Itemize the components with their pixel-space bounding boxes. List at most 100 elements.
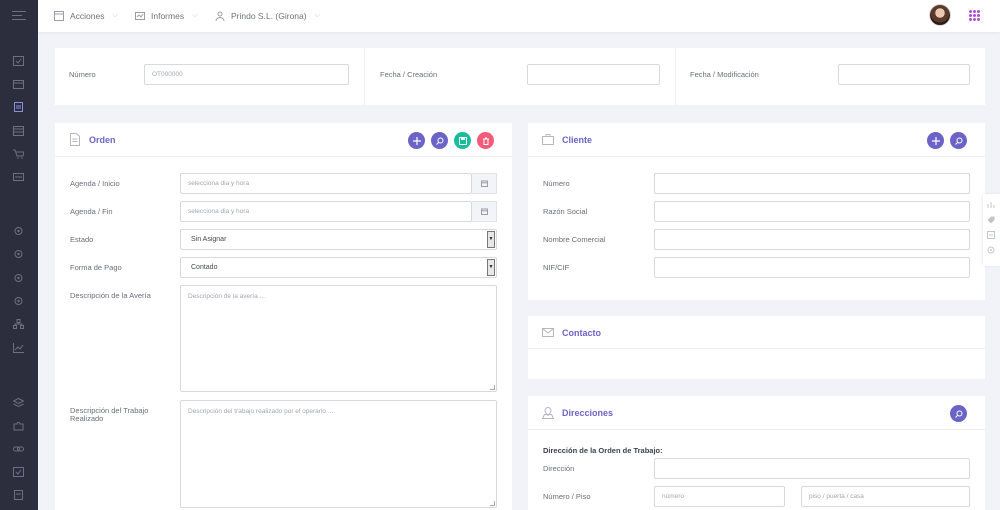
calendar-icon bbox=[480, 180, 488, 187]
numero-input[interactable]: OT000000 bbox=[144, 64, 349, 85]
sidebar-org-chart-icon[interactable] bbox=[13, 319, 24, 329]
sidebar-layers-icon[interactable] bbox=[13, 398, 24, 408]
nombre-comercial-input[interactable] bbox=[654, 229, 970, 250]
razon-social-input[interactable] bbox=[654, 201, 970, 222]
fecha-modificacion-label: Fecha / Modificación bbox=[690, 70, 759, 79]
add-client-button[interactable] bbox=[927, 132, 944, 149]
menu-company[interactable]: Prindo S.L. (Girona) ⌵ bbox=[215, 10, 320, 22]
delete-button[interactable] bbox=[477, 132, 494, 149]
fecha-creacion-input[interactable] bbox=[527, 64, 660, 85]
user-avatar[interactable] bbox=[929, 4, 951, 26]
company-icon bbox=[215, 11, 225, 21]
agenda-inicio-label: Agenda / Inicio bbox=[70, 179, 120, 188]
piso-input[interactable]: piso / puerta / casa bbox=[801, 486, 970, 507]
nombre-comercial-label: Nombre Comercial bbox=[543, 235, 606, 244]
search-client-button[interactable] bbox=[950, 132, 967, 149]
razon-social-label: Razón Social bbox=[543, 207, 588, 216]
plus-icon bbox=[412, 136, 421, 145]
tool-chart-icon[interactable] bbox=[987, 201, 995, 209]
apps-grid-icon[interactable] bbox=[969, 10, 980, 21]
add-button[interactable] bbox=[408, 132, 425, 149]
sidebar-settings-2-icon[interactable] bbox=[13, 249, 24, 259]
numero-input[interactable]: número bbox=[654, 486, 785, 507]
sidebar-link-icon[interactable] bbox=[13, 444, 24, 454]
nif-input[interactable] bbox=[654, 257, 970, 278]
search-icon bbox=[435, 137, 443, 145]
sidebar-checklist-icon[interactable] bbox=[13, 467, 24, 477]
direccion-input[interactable] bbox=[654, 458, 970, 479]
agenda-fin-label: Agenda / Fin bbox=[70, 207, 113, 216]
direcciones-card-header: Direcciones bbox=[528, 396, 985, 430]
sidebar-settings-icon[interactable] bbox=[13, 226, 24, 236]
direccion-orden-heading: Dirección de la Orden de Trabajo: bbox=[543, 446, 663, 455]
cliente-numero-input[interactable] bbox=[654, 173, 970, 194]
descripcion-trabajo-label-2: Realizado bbox=[70, 414, 104, 423]
sidebar-puzzle-icon[interactable] bbox=[13, 421, 24, 431]
tool-tag-icon[interactable] bbox=[987, 216, 995, 224]
envelope-icon bbox=[542, 326, 554, 339]
menu-company-label: Prindo S.L. (Girona) bbox=[231, 11, 307, 21]
actions-icon bbox=[54, 11, 64, 21]
resize-grip-icon[interactable] bbox=[490, 385, 495, 390]
numero-piso-label: Número / Piso bbox=[543, 492, 591, 501]
sidebar-document-icon[interactable] bbox=[13, 490, 24, 500]
sidebar-invoices-icon[interactable] bbox=[13, 172, 24, 182]
orden-card: Orden Agenda / Inicio selecciona dia y h… bbox=[55, 123, 512, 510]
menu-toggle-icon[interactable] bbox=[12, 11, 26, 20]
search-button[interactable] bbox=[431, 132, 448, 149]
top-bar: Acciones ⌵ Informes ⌵ Prindo S.L. (Giron… bbox=[38, 0, 1000, 32]
menu-informes[interactable]: Informes ⌵ bbox=[135, 10, 197, 22]
chevron-down-icon: ⌵ bbox=[192, 12, 198, 19]
orden-card-header: Orden bbox=[55, 123, 512, 157]
reports-icon bbox=[135, 12, 145, 20]
sidebar-settings-4-icon[interactable] bbox=[13, 296, 24, 306]
header-form-card: Número OT000000 Fecha / Creación Fecha /… bbox=[55, 48, 985, 105]
descripcion-trabajo-textarea[interactable]: Descripción del trabajo realizado por el… bbox=[180, 400, 497, 508]
sidebar-dashboard-icon[interactable] bbox=[13, 56, 24, 66]
plus-icon bbox=[931, 136, 940, 145]
calendar-icon bbox=[480, 208, 488, 215]
estado-value: Sin Asignar bbox=[191, 236, 227, 243]
sidebar-reports-icon[interactable] bbox=[13, 343, 24, 353]
search-icon bbox=[954, 137, 962, 145]
agenda-inicio-calendar-button[interactable] bbox=[472, 173, 497, 194]
sidebar-cart-icon[interactable] bbox=[13, 149, 24, 159]
fecha-creacion-label: Fecha / Creación bbox=[380, 70, 438, 79]
cliente-card: Cliente Número Razón Social Nombre Comer… bbox=[528, 123, 985, 300]
forma-pago-label: Forma de Pago bbox=[70, 263, 122, 272]
sidebar-agenda-icon[interactable] bbox=[13, 126, 24, 136]
sidebar-settings-3-icon[interactable] bbox=[13, 273, 24, 283]
direcciones-title: Direcciones bbox=[562, 408, 614, 418]
menu-informes-label: Informes bbox=[151, 11, 185, 21]
nif-label: NIF/CIF bbox=[543, 263, 570, 272]
select-arrow-icon: ▼ bbox=[487, 231, 495, 248]
trash-icon bbox=[482, 137, 489, 145]
contacto-card-header: Contacto bbox=[528, 316, 985, 349]
menu-acciones-label: Acciones bbox=[70, 11, 105, 21]
resize-grip-icon[interactable] bbox=[490, 501, 495, 506]
agenda-inicio-input[interactable]: selecciona dia y hora bbox=[180, 173, 472, 194]
sidebar-work-orders-icon[interactable] bbox=[13, 102, 24, 112]
agenda-fin-input[interactable]: selecciona dia y hora bbox=[180, 201, 472, 222]
descripcion-averia-textarea[interactable]: Descripción de la avería ... bbox=[180, 285, 497, 392]
chevron-down-icon: ⌵ bbox=[314, 12, 320, 19]
estado-select[interactable]: Sin Asignar ▼ bbox=[180, 229, 497, 250]
descripcion-averia-placeholder: Descripción de la avería ... bbox=[188, 293, 265, 300]
numero-label: Número bbox=[69, 70, 96, 79]
agenda-fin-calendar-button[interactable] bbox=[472, 201, 497, 222]
tool-gear-icon[interactable] bbox=[987, 246, 995, 254]
sidebar-calendar-icon[interactable] bbox=[13, 79, 24, 89]
divider bbox=[364, 48, 365, 105]
search-address-button[interactable] bbox=[950, 405, 967, 422]
menu-acciones[interactable]: Acciones ⌵ bbox=[54, 10, 118, 22]
save-button[interactable] bbox=[454, 132, 471, 149]
contacto-card: Contacto bbox=[528, 316, 985, 379]
contacto-title: Contacto bbox=[562, 328, 601, 338]
fecha-modificacion-input[interactable] bbox=[838, 64, 970, 85]
tool-list-icon[interactable] bbox=[987, 231, 995, 239]
document-icon bbox=[69, 133, 81, 146]
briefcase-icon bbox=[542, 133, 554, 146]
forma-pago-value: Contado bbox=[191, 264, 218, 271]
forma-pago-select[interactable]: Contado ▼ bbox=[180, 257, 497, 278]
descripcion-averia-label: Descripción de la Avería bbox=[70, 291, 151, 300]
